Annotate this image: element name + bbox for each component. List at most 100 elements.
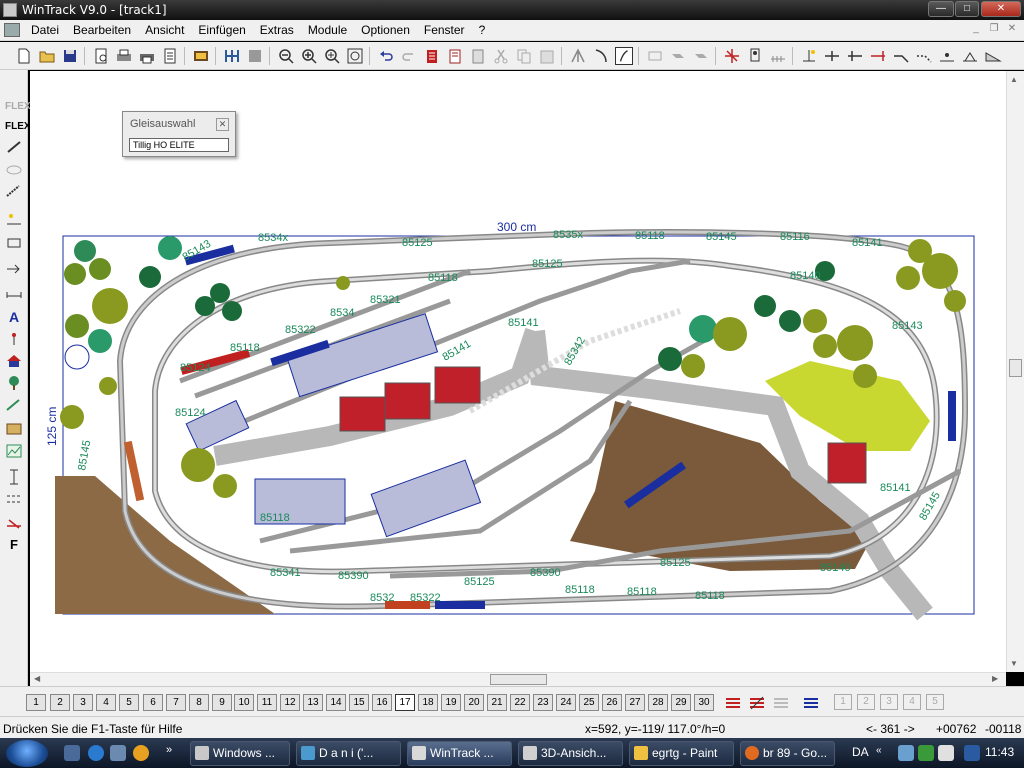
clock[interactable]: 11:43 <box>985 745 1014 759</box>
layer-button[interactable]: 4 <box>903 694 921 710</box>
layers-icon[interactable] <box>724 695 742 711</box>
scroll-right-icon[interactable]: ▶ <box>992 674 998 683</box>
track-icon[interactable] <box>5 138 23 156</box>
menu-einfuegen[interactable]: Einfügen <box>191 23 252 37</box>
module-button[interactable]: 7 <box>166 694 186 711</box>
layer-button[interactable]: 5 <box>926 694 944 710</box>
switch-windows-icon[interactable] <box>110 745 126 761</box>
track-selection-panel[interactable]: Gleisauswahl ✕ Tillig HO ELITE <box>122 111 236 157</box>
menu-bearbeiten[interactable]: Bearbeiten <box>66 23 138 37</box>
height-icon[interactable] <box>961 47 979 65</box>
properties-icon[interactable] <box>446 47 464 65</box>
save-icon[interactable] <box>61 47 79 65</box>
module-button[interactable]: 22 <box>510 694 530 711</box>
image-icon[interactable] <box>246 47 264 65</box>
dashed-branch-icon[interactable] <box>915 47 933 65</box>
signal-icon[interactable] <box>746 47 764 65</box>
module-button[interactable]: 18 <box>418 694 438 711</box>
print-icon[interactable] <box>115 47 133 65</box>
module-button[interactable]: 25 <box>579 694 599 711</box>
module-button[interactable]: 10 <box>234 694 254 711</box>
layers-edit-icon[interactable] <box>748 695 766 711</box>
paste-icon[interactable] <box>538 47 556 65</box>
print-preview-icon[interactable] <box>92 47 110 65</box>
taskbar-item[interactable]: D a n i ('... <box>296 741 401 766</box>
undo-icon[interactable] <box>377 47 395 65</box>
zoom-window-icon[interactable] <box>323 47 341 65</box>
print-setup-icon[interactable] <box>138 47 156 65</box>
measure-icon[interactable] <box>769 47 787 65</box>
vertical-dimension-icon[interactable] <box>5 468 23 486</box>
layer-button[interactable]: 1 <box>834 694 852 710</box>
copy-format-icon[interactable] <box>469 47 487 65</box>
monitor-icon[interactable] <box>964 745 980 761</box>
arrow-right-icon[interactable] <box>5 260 23 278</box>
internet-explorer-icon[interactable] <box>88 745 104 761</box>
taskbar-item[interactable]: Windows ... <box>190 741 290 766</box>
chart-icon[interactable] <box>5 442 23 460</box>
start-button[interactable] <box>6 740 48 767</box>
open-folder-icon[interactable] <box>38 47 56 65</box>
track-endpoint-icon[interactable] <box>823 47 841 65</box>
module-button[interactable]: 27 <box>625 694 645 711</box>
mdi-close-button[interactable]: ✕ <box>1004 23 1020 37</box>
horizontal-scrollbar[interactable]: ◀ ▶ <box>30 672 1006 686</box>
layer-button[interactable]: 3 <box>880 694 898 710</box>
module-button[interactable]: 14 <box>326 694 346 711</box>
tree-icon[interactable] <box>5 374 23 392</box>
taskbar-item[interactable]: 3D-Ansich... <box>518 741 623 766</box>
module-button[interactable]: 1 <box>26 694 46 711</box>
zoom-all-icon[interactable] <box>346 47 364 65</box>
font-icon[interactable]: F <box>5 536 23 554</box>
new-file-icon[interactable] <box>15 47 33 65</box>
scroll-down-icon[interactable]: ▼ <box>1010 659 1018 668</box>
module-button[interactable]: 15 <box>349 694 369 711</box>
house-icon[interactable] <box>5 352 23 370</box>
layers-stack-icon[interactable] <box>802 695 820 711</box>
close-button[interactable]: ✕ <box>981 1 1021 17</box>
module-button-active[interactable]: 17 <box>395 694 415 711</box>
delete-icon[interactable] <box>423 47 441 65</box>
grid-settings-icon[interactable] <box>223 47 241 65</box>
module-button[interactable]: 16 <box>372 694 392 711</box>
module-button[interactable]: 3 <box>73 694 93 711</box>
branch-icon[interactable] <box>892 47 910 65</box>
module-button[interactable]: 28 <box>648 694 668 711</box>
spacing-icon[interactable] <box>5 490 23 508</box>
module-button[interactable]: 12 <box>280 694 300 711</box>
module-button[interactable]: 4 <box>96 694 116 711</box>
zoom-in-icon[interactable] <box>300 47 318 65</box>
app-icon[interactable] <box>3 3 17 17</box>
bridge-icon[interactable] <box>5 514 23 532</box>
curve-tool-icon[interactable] <box>592 47 610 65</box>
redo-icon[interactable] <box>400 47 418 65</box>
layer-button[interactable]: 2 <box>857 694 875 710</box>
flex-track-tool-icon[interactable] <box>615 47 633 65</box>
menu-extras[interactable]: Extras <box>253 23 301 37</box>
module-button[interactable]: 30 <box>694 694 714 711</box>
menu-help[interactable]: ? <box>472 23 493 37</box>
module-button[interactable]: 9 <box>212 694 232 711</box>
connect-icon[interactable] <box>692 47 710 65</box>
flex-track-angle-icon[interactable]: FLEX <box>5 118 31 136</box>
turntable-icon[interactable] <box>5 160 23 178</box>
network-icon[interactable] <box>898 745 914 761</box>
menu-fenster[interactable]: Fenster <box>417 23 472 37</box>
taskbar-item-active[interactable]: WinTrack ... <box>407 741 512 766</box>
signal-post-icon[interactable] <box>5 330 23 348</box>
text-cursor-icon[interactable] <box>800 47 818 65</box>
crossing-icon[interactable] <box>723 47 741 65</box>
switch-tool-icon[interactable] <box>569 47 587 65</box>
scroll-up-icon[interactable]: ▲ <box>1010 75 1018 84</box>
module-button[interactable]: 2 <box>50 694 70 711</box>
taskbar-item[interactable]: br 89 - Go... <box>740 741 835 766</box>
menu-ansicht[interactable]: Ansicht <box>138 23 191 37</box>
module-button[interactable]: 11 <box>257 694 277 711</box>
ruler-icon[interactable] <box>5 182 23 200</box>
module-button[interactable]: 8 <box>189 694 209 711</box>
module-button[interactable]: 20 <box>464 694 484 711</box>
mdi-restore-button[interactable]: ❐ <box>986 23 1002 37</box>
track-plan-drawing[interactable]: 300 cm 125 cm 8534x 85125 8535x 85118 85… <box>30 71 1006 672</box>
battery-icon[interactable] <box>918 745 934 761</box>
quicklaunch-more-icon[interactable]: » <box>166 744 172 756</box>
